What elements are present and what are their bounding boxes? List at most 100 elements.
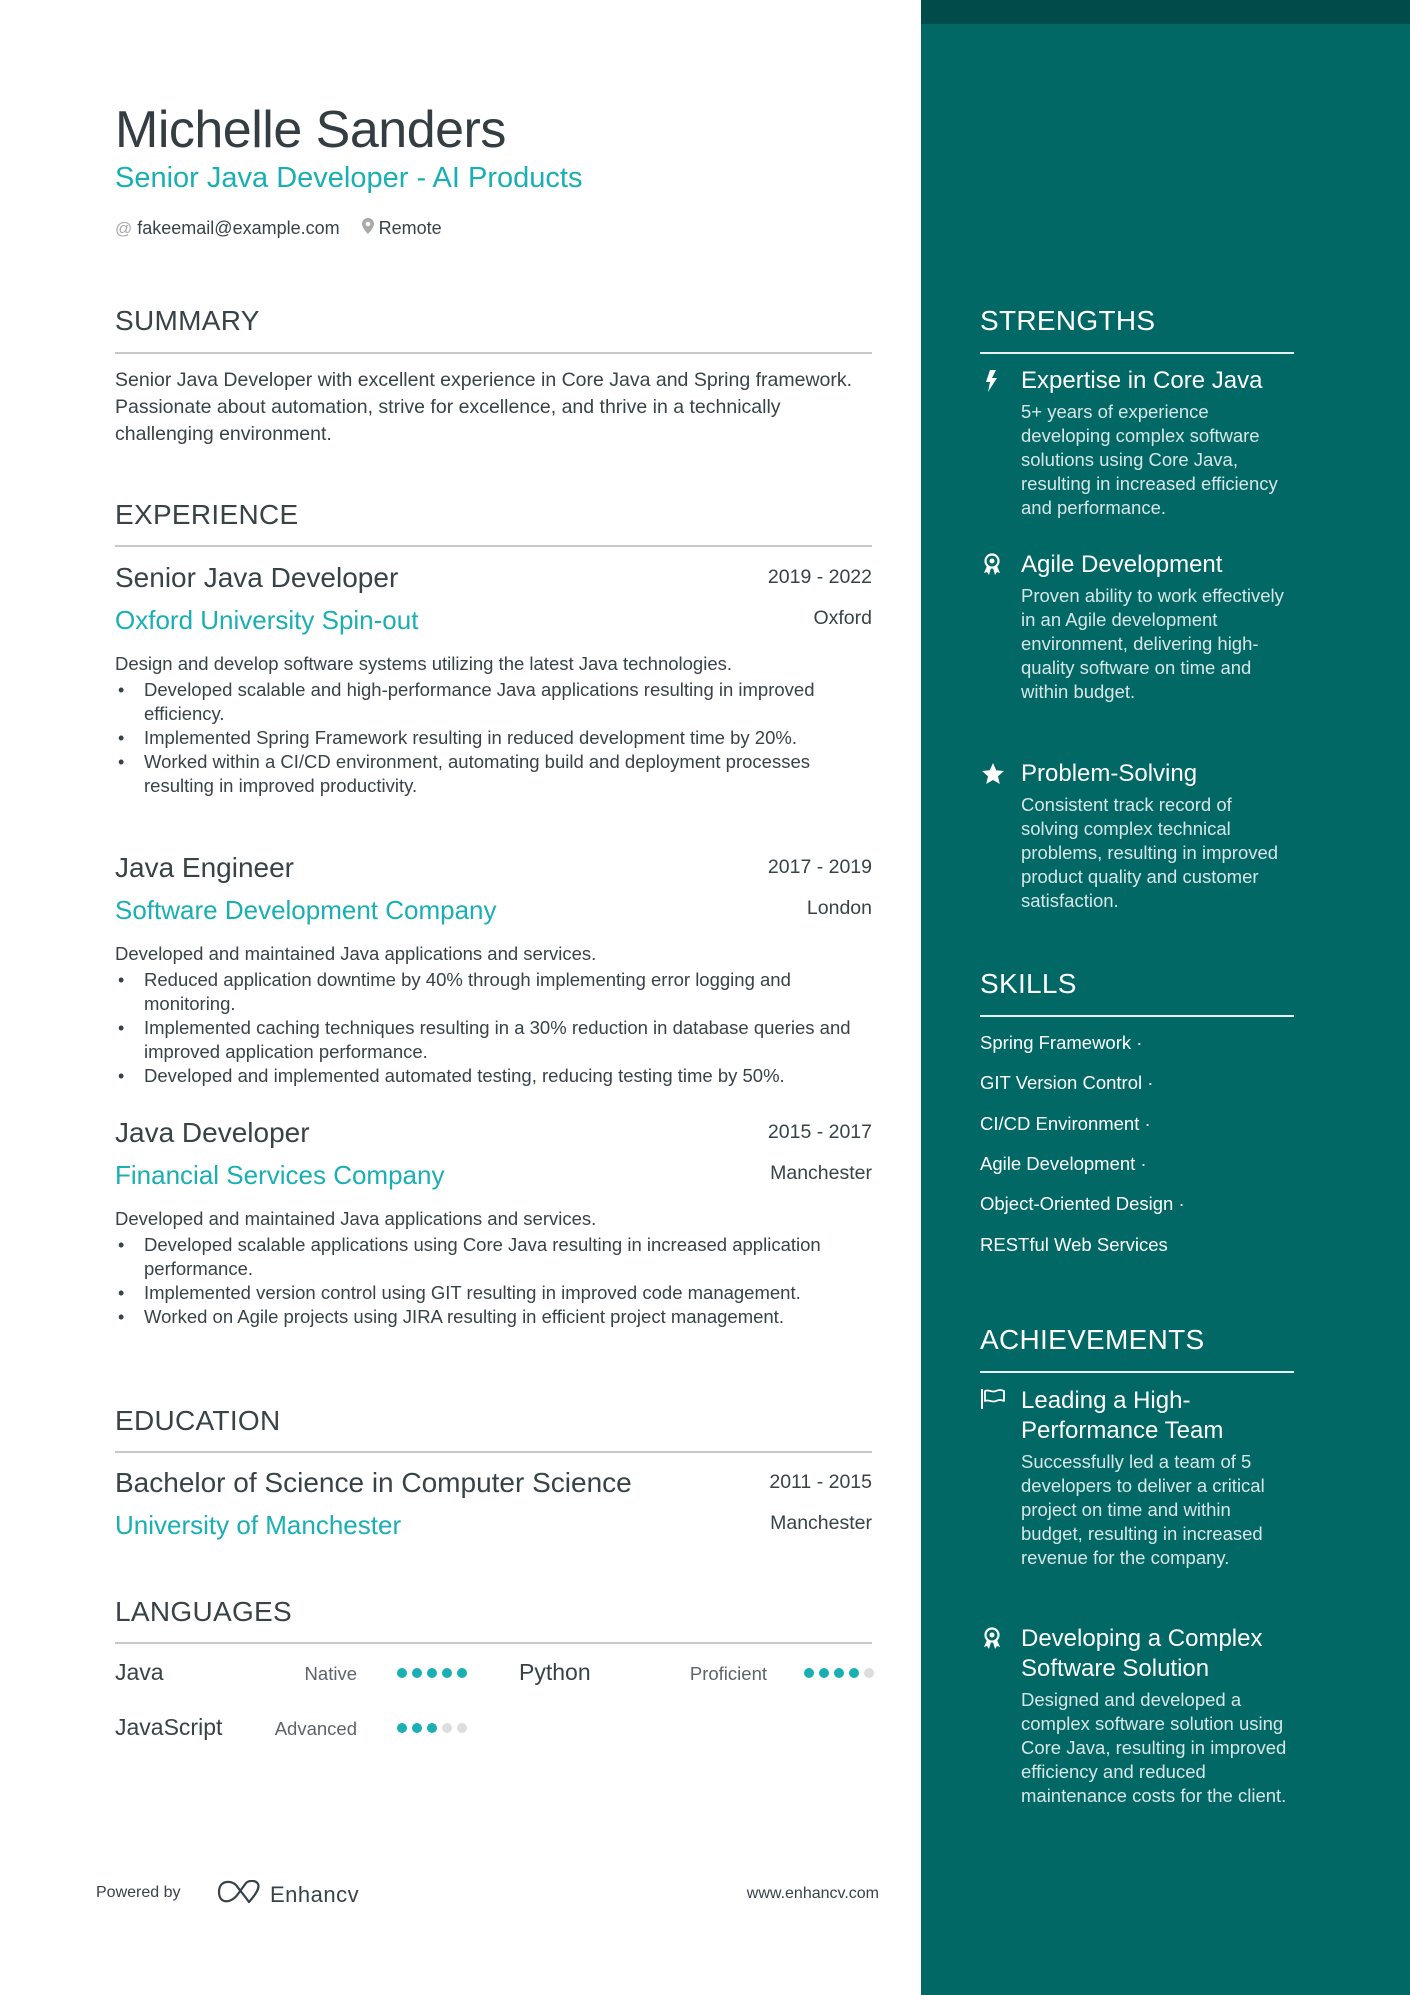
job-bullets: Developed scalable and high-performance … xyxy=(115,678,872,798)
enhancv-logo-text: Enhancv xyxy=(270,1881,360,1907)
award-ribbon-icon xyxy=(980,1626,1004,1650)
language-level: Native xyxy=(304,1663,357,1684)
job-company: Software Development Company xyxy=(115,895,497,925)
contact-info: @ fakeemail@example.com Remote xyxy=(115,218,464,239)
lightning-bolt-icon xyxy=(980,368,1004,392)
job-bullet: Implemented caching techniques resulting… xyxy=(115,1016,872,1064)
rating-dot-empty xyxy=(442,1723,452,1733)
job-bullet: Worked on Agile projects using JIRA resu… xyxy=(115,1305,872,1329)
email-item[interactable]: @ fakeemail@example.com xyxy=(115,218,340,239)
achievement-title: Developing a Complex Software Solution xyxy=(1021,1625,1263,1682)
job-bullets: Reduced application downtime by 40% thro… xyxy=(115,968,872,1088)
website-link[interactable]: www.enhancv.com xyxy=(747,1885,879,1903)
achievements-divider xyxy=(980,1371,1294,1373)
skills-divider xyxy=(980,1015,1294,1017)
job-bullet: Developed and implemented automated test… xyxy=(115,1064,872,1088)
rating-dot-filled xyxy=(412,1723,422,1733)
strength-title: Problem-Solving xyxy=(1021,760,1198,787)
language-level: Proficient xyxy=(689,1663,767,1684)
star-icon xyxy=(980,761,1004,785)
language-rating xyxy=(804,1668,879,1678)
strengths-heading: STRENGTHS xyxy=(980,305,1156,336)
job-dates: 2015 - 2017 xyxy=(767,1121,872,1143)
strength-item: Agile Development Proven ability to work… xyxy=(980,550,1294,704)
job-role: Senior Java Developer xyxy=(115,562,399,593)
job-entry: Java Developer 2015 - 2017 Financial Ser… xyxy=(115,1117,872,1329)
job-role: Java Engineer xyxy=(115,852,295,883)
education-divider xyxy=(115,1451,872,1453)
job-description: Developed and maintained Java applicatio… xyxy=(115,943,597,964)
rating-dot-filled xyxy=(834,1668,844,1678)
language-name: Python xyxy=(519,1659,591,1685)
candidate-title: Senior Java Developer - AI Products xyxy=(115,162,583,194)
language-rating xyxy=(397,1723,472,1733)
rating-dot-empty xyxy=(864,1668,874,1678)
skill-item: GIT Version Control · xyxy=(980,1072,1154,1093)
achievement-description: Designed and developed a complex softwar… xyxy=(1021,1689,1287,1806)
languages-row: Java Native Python Proficient xyxy=(115,1659,874,1689)
education-dates: 2011 - 2015 xyxy=(769,1471,872,1493)
language-item: JavaScript Advanced xyxy=(115,1714,467,1744)
job-bullet: Implemented Spring Framework resulting i… xyxy=(115,726,872,750)
enhancv-logo-icon xyxy=(216,1879,262,1909)
job-description: Developed and maintained Java applicatio… xyxy=(115,1208,597,1229)
languages-row: JavaScript Advanced xyxy=(115,1714,872,1744)
flag-icon xyxy=(980,1388,1005,1412)
rating-dot-filled xyxy=(397,1668,407,1678)
strengths-divider xyxy=(980,352,1294,354)
powered-by-text: Powered by xyxy=(96,1884,181,1901)
rating-dot-filled xyxy=(819,1668,829,1678)
footer: Powered by Enhancv www.enhancv.com xyxy=(96,1879,879,1910)
rating-dot-filled xyxy=(412,1668,422,1678)
strength-title: Expertise in Core Java xyxy=(1021,367,1263,394)
sidebar-top-band xyxy=(921,0,1410,24)
at-icon: @ xyxy=(115,218,133,238)
languages-divider xyxy=(115,1642,872,1644)
skill-item: Spring Framework · xyxy=(980,1032,1143,1053)
summary-heading: SUMMARY xyxy=(115,305,260,336)
strength-description: Proven ability to work effectively in an… xyxy=(1021,585,1284,702)
job-location: Oxford xyxy=(813,607,872,629)
language-item: Python Proficient xyxy=(519,1659,874,1689)
strength-title: Agile Development xyxy=(1021,551,1223,578)
experience-divider xyxy=(115,545,872,547)
job-entry: Senior Java Developer 2019 - 2022 Oxford… xyxy=(115,562,872,798)
sidebar: STRENGTHS Expertise in Core Java 5+ year… xyxy=(921,0,1410,1995)
summary-text: Senior Java Developer with excellent exp… xyxy=(115,369,853,445)
language-name: JavaScript xyxy=(115,1714,223,1740)
job-dates: 2019 - 2022 xyxy=(767,566,872,588)
job-bullet: Implemented version control using GIT re… xyxy=(115,1281,872,1305)
job-company: Oxford University Spin-out xyxy=(115,605,419,635)
degree: Bachelor of Science in Computer Science xyxy=(115,1467,632,1498)
job-location: London xyxy=(806,897,872,919)
summary-divider xyxy=(115,352,872,354)
education-entry: Bachelor of Science in Computer Science … xyxy=(115,1467,872,1553)
award-ribbon-icon xyxy=(980,552,1004,576)
rating-dot-filled xyxy=(849,1668,859,1678)
enhancv-logo[interactable]: Enhancv xyxy=(216,1879,360,1909)
rating-dot-filled xyxy=(457,1668,467,1678)
job-bullets: Developed scalable applications using Co… xyxy=(115,1233,872,1329)
strength-description: 5+ years of experience developing comple… xyxy=(1021,401,1278,518)
rating-dot-filled xyxy=(397,1723,407,1733)
language-item: Java Native xyxy=(115,1659,467,1689)
experience-heading: EXPERIENCE xyxy=(115,499,299,530)
education-heading: EDUCATION xyxy=(115,1405,281,1436)
job-dates: 2017 - 2019 xyxy=(767,856,872,878)
strength-item: Expertise in Core Java 5+ years of exper… xyxy=(980,366,1294,520)
language-rating xyxy=(397,1668,472,1678)
achievement-title: Leading a High-Performance Team xyxy=(1021,1387,1224,1444)
skill-item: RESTful Web Services xyxy=(980,1234,1168,1255)
achievement-item: Developing a Complex Software Solution D… xyxy=(980,1624,1294,1808)
rating-dot-filled xyxy=(427,1668,437,1678)
location-text: Remote xyxy=(378,218,442,238)
rating-dot-empty xyxy=(457,1723,467,1733)
achievement-description: Successfully led a team of 5 developers … xyxy=(1021,1451,1265,1568)
languages-heading: LANGUAGES xyxy=(115,1596,292,1627)
job-location: Manchester xyxy=(770,1162,872,1184)
school: University of Manchester xyxy=(115,1510,402,1540)
location-item: Remote xyxy=(361,218,442,239)
job-bullet: Reduced application downtime by 40% thro… xyxy=(115,968,872,1016)
skill-item: CI/CD Environment · xyxy=(980,1113,1151,1134)
email-text: fakeemail@example.com xyxy=(137,218,340,238)
